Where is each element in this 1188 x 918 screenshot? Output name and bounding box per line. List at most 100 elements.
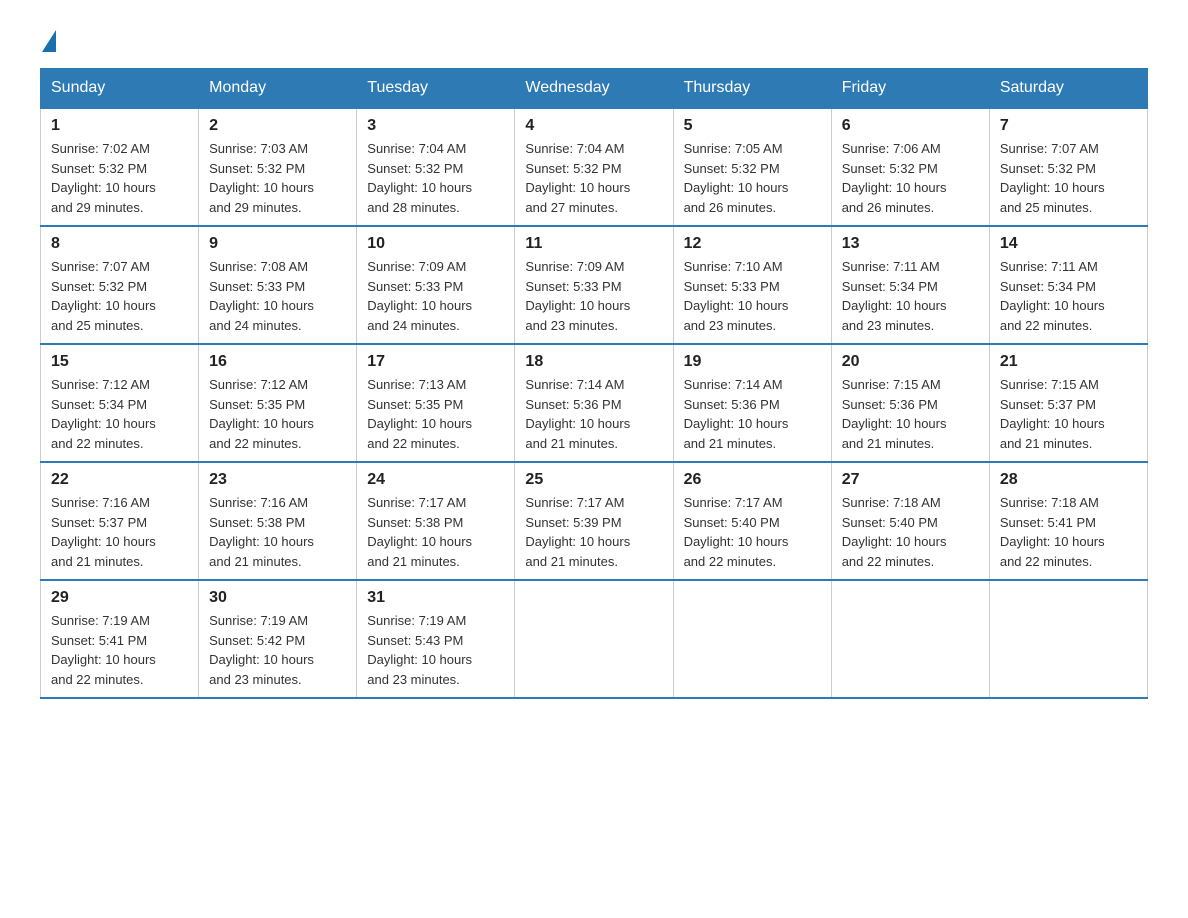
calendar-day-cell: 1 Sunrise: 7:02 AM Sunset: 5:32 PM Dayli…: [41, 108, 199, 226]
day-of-week-header: Friday: [831, 69, 989, 109]
day-info: Sunrise: 7:04 AM Sunset: 5:32 PM Dayligh…: [367, 139, 504, 217]
calendar-day-cell: 30 Sunrise: 7:19 AM Sunset: 5:42 PM Dayl…: [199, 580, 357, 698]
calendar-header-row: SundayMondayTuesdayWednesdayThursdayFrid…: [41, 69, 1148, 109]
day-info: Sunrise: 7:05 AM Sunset: 5:32 PM Dayligh…: [684, 139, 821, 217]
calendar-day-cell: [831, 580, 989, 698]
calendar-day-cell: 12 Sunrise: 7:10 AM Sunset: 5:33 PM Dayl…: [673, 226, 831, 344]
calendar-day-cell: 19 Sunrise: 7:14 AM Sunset: 5:36 PM Dayl…: [673, 344, 831, 462]
calendar-day-cell: 2 Sunrise: 7:03 AM Sunset: 5:32 PM Dayli…: [199, 108, 357, 226]
day-number: 9: [209, 235, 346, 253]
calendar-day-cell: 4 Sunrise: 7:04 AM Sunset: 5:32 PM Dayli…: [515, 108, 673, 226]
day-number: 5: [684, 117, 821, 135]
calendar-day-cell: 13 Sunrise: 7:11 AM Sunset: 5:34 PM Dayl…: [831, 226, 989, 344]
calendar-day-cell: 6 Sunrise: 7:06 AM Sunset: 5:32 PM Dayli…: [831, 108, 989, 226]
day-number: 17: [367, 353, 504, 371]
day-number: 15: [51, 353, 188, 371]
calendar-day-cell: 17 Sunrise: 7:13 AM Sunset: 5:35 PM Dayl…: [357, 344, 515, 462]
day-info: Sunrise: 7:16 AM Sunset: 5:38 PM Dayligh…: [209, 493, 346, 571]
day-info: Sunrise: 7:07 AM Sunset: 5:32 PM Dayligh…: [51, 257, 188, 335]
calendar-day-cell: 3 Sunrise: 7:04 AM Sunset: 5:32 PM Dayli…: [357, 108, 515, 226]
calendar-day-cell: 23 Sunrise: 7:16 AM Sunset: 5:38 PM Dayl…: [199, 462, 357, 580]
calendar-day-cell: 16 Sunrise: 7:12 AM Sunset: 5:35 PM Dayl…: [199, 344, 357, 462]
day-number: 8: [51, 235, 188, 253]
day-number: 4: [525, 117, 662, 135]
day-info: Sunrise: 7:14 AM Sunset: 5:36 PM Dayligh…: [684, 375, 821, 453]
calendar-table: SundayMondayTuesdayWednesdayThursdayFrid…: [40, 68, 1148, 699]
calendar-day-cell: 8 Sunrise: 7:07 AM Sunset: 5:32 PM Dayli…: [41, 226, 199, 344]
calendar-day-cell: 10 Sunrise: 7:09 AM Sunset: 5:33 PM Dayl…: [357, 226, 515, 344]
day-number: 18: [525, 353, 662, 371]
day-info: Sunrise: 7:15 AM Sunset: 5:36 PM Dayligh…: [842, 375, 979, 453]
day-number: 22: [51, 471, 188, 489]
day-number: 12: [684, 235, 821, 253]
calendar-day-cell: 18 Sunrise: 7:14 AM Sunset: 5:36 PM Dayl…: [515, 344, 673, 462]
day-number: 26: [684, 471, 821, 489]
day-number: 31: [367, 589, 504, 607]
calendar-day-cell: 15 Sunrise: 7:12 AM Sunset: 5:34 PM Dayl…: [41, 344, 199, 462]
day-info: Sunrise: 7:11 AM Sunset: 5:34 PM Dayligh…: [1000, 257, 1137, 335]
day-info: Sunrise: 7:07 AM Sunset: 5:32 PM Dayligh…: [1000, 139, 1137, 217]
calendar-day-cell: 25 Sunrise: 7:17 AM Sunset: 5:39 PM Dayl…: [515, 462, 673, 580]
day-info: Sunrise: 7:04 AM Sunset: 5:32 PM Dayligh…: [525, 139, 662, 217]
calendar-week-row: 8 Sunrise: 7:07 AM Sunset: 5:32 PM Dayli…: [41, 226, 1148, 344]
calendar-day-cell: 31 Sunrise: 7:19 AM Sunset: 5:43 PM Dayl…: [357, 580, 515, 698]
day-number: 21: [1000, 353, 1137, 371]
day-number: 28: [1000, 471, 1137, 489]
day-info: Sunrise: 7:13 AM Sunset: 5:35 PM Dayligh…: [367, 375, 504, 453]
day-info: Sunrise: 7:15 AM Sunset: 5:37 PM Dayligh…: [1000, 375, 1137, 453]
day-info: Sunrise: 7:02 AM Sunset: 5:32 PM Dayligh…: [51, 139, 188, 217]
logo-triangle-icon: [42, 30, 56, 52]
day-number: 10: [367, 235, 504, 253]
day-of-week-header: Thursday: [673, 69, 831, 109]
day-info: Sunrise: 7:19 AM Sunset: 5:41 PM Dayligh…: [51, 611, 188, 689]
day-of-week-header: Wednesday: [515, 69, 673, 109]
day-number: 20: [842, 353, 979, 371]
calendar-day-cell: 26 Sunrise: 7:17 AM Sunset: 5:40 PM Dayl…: [673, 462, 831, 580]
logo: [40, 30, 54, 48]
day-number: 13: [842, 235, 979, 253]
day-number: 29: [51, 589, 188, 607]
calendar-day-cell: [673, 580, 831, 698]
day-of-week-header: Sunday: [41, 69, 199, 109]
calendar-day-cell: 27 Sunrise: 7:18 AM Sunset: 5:40 PM Dayl…: [831, 462, 989, 580]
day-of-week-header: Tuesday: [357, 69, 515, 109]
day-info: Sunrise: 7:17 AM Sunset: 5:40 PM Dayligh…: [684, 493, 821, 571]
calendar-day-cell: 22 Sunrise: 7:16 AM Sunset: 5:37 PM Dayl…: [41, 462, 199, 580]
day-info: Sunrise: 7:09 AM Sunset: 5:33 PM Dayligh…: [367, 257, 504, 335]
calendar-day-cell: 7 Sunrise: 7:07 AM Sunset: 5:32 PM Dayli…: [989, 108, 1147, 226]
calendar-day-cell: 5 Sunrise: 7:05 AM Sunset: 5:32 PM Dayli…: [673, 108, 831, 226]
calendar-week-row: 1 Sunrise: 7:02 AM Sunset: 5:32 PM Dayli…: [41, 108, 1148, 226]
calendar-day-cell: 21 Sunrise: 7:15 AM Sunset: 5:37 PM Dayl…: [989, 344, 1147, 462]
day-number: 11: [525, 235, 662, 253]
day-number: 24: [367, 471, 504, 489]
day-info: Sunrise: 7:12 AM Sunset: 5:34 PM Dayligh…: [51, 375, 188, 453]
day-number: 3: [367, 117, 504, 135]
day-number: 19: [684, 353, 821, 371]
calendar-day-cell: [989, 580, 1147, 698]
day-number: 25: [525, 471, 662, 489]
day-info: Sunrise: 7:14 AM Sunset: 5:36 PM Dayligh…: [525, 375, 662, 453]
calendar-day-cell: 11 Sunrise: 7:09 AM Sunset: 5:33 PM Dayl…: [515, 226, 673, 344]
page-header: [40, 30, 1148, 48]
day-of-week-header: Saturday: [989, 69, 1147, 109]
day-number: 16: [209, 353, 346, 371]
day-number: 1: [51, 117, 188, 135]
day-info: Sunrise: 7:10 AM Sunset: 5:33 PM Dayligh…: [684, 257, 821, 335]
day-of-week-header: Monday: [199, 69, 357, 109]
day-info: Sunrise: 7:03 AM Sunset: 5:32 PM Dayligh…: [209, 139, 346, 217]
day-number: 6: [842, 117, 979, 135]
day-number: 2: [209, 117, 346, 135]
day-number: 30: [209, 589, 346, 607]
day-info: Sunrise: 7:18 AM Sunset: 5:41 PM Dayligh…: [1000, 493, 1137, 571]
day-info: Sunrise: 7:11 AM Sunset: 5:34 PM Dayligh…: [842, 257, 979, 335]
day-number: 23: [209, 471, 346, 489]
calendar-week-row: 29 Sunrise: 7:19 AM Sunset: 5:41 PM Dayl…: [41, 580, 1148, 698]
calendar-day-cell: 14 Sunrise: 7:11 AM Sunset: 5:34 PM Dayl…: [989, 226, 1147, 344]
calendar-day-cell: 9 Sunrise: 7:08 AM Sunset: 5:33 PM Dayli…: [199, 226, 357, 344]
calendar-day-cell: 20 Sunrise: 7:15 AM Sunset: 5:36 PM Dayl…: [831, 344, 989, 462]
day-info: Sunrise: 7:19 AM Sunset: 5:42 PM Dayligh…: [209, 611, 346, 689]
day-number: 7: [1000, 117, 1137, 135]
day-number: 27: [842, 471, 979, 489]
day-number: 14: [1000, 235, 1137, 253]
day-info: Sunrise: 7:17 AM Sunset: 5:38 PM Dayligh…: [367, 493, 504, 571]
